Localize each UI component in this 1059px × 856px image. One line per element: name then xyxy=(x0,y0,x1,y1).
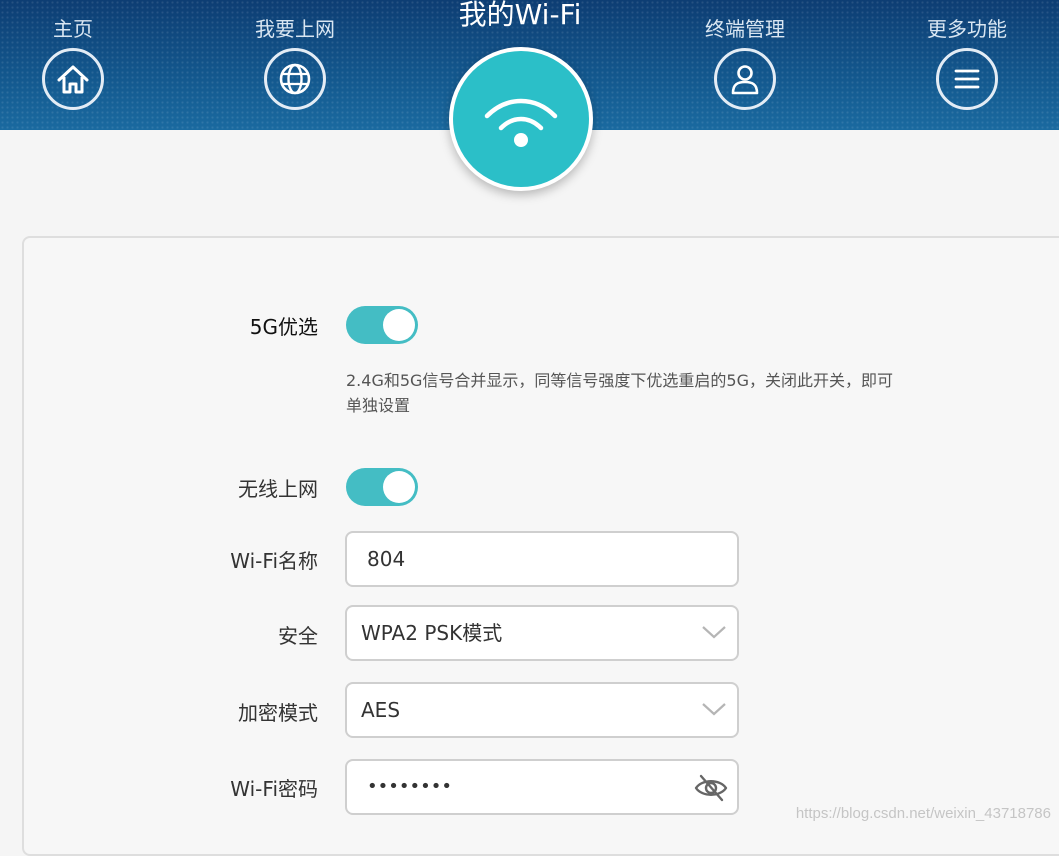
watermark: https://blog.csdn.net/weixin_43718786 xyxy=(795,805,1051,822)
nav-home[interactable]: 主页 xyxy=(0,0,153,110)
nav-more-label: 更多功能 xyxy=(927,17,1007,41)
nav-my-wifi-label: 我的Wi-Fi xyxy=(458,0,582,31)
encryption-select[interactable]: AES xyxy=(345,682,739,738)
nav-more[interactable]: 更多功能 xyxy=(887,0,1047,110)
eye-off-icon[interactable] xyxy=(693,771,729,805)
toggle-knob xyxy=(383,471,415,503)
nav-internet[interactable]: 我要上网 xyxy=(215,0,375,110)
chevron-down-icon xyxy=(702,626,726,639)
house-icon[interactable] xyxy=(42,48,104,110)
security-select[interactable]: WPA2 PSK模式 xyxy=(345,605,739,661)
toggle-knob xyxy=(383,309,415,341)
ssid-input[interactable]: 804 xyxy=(345,531,739,587)
five-g-pref-label: 5G优选 xyxy=(249,315,318,339)
user-icon[interactable] xyxy=(714,48,776,110)
password-input[interactable]: •••••••• xyxy=(345,759,739,815)
security-value: WPA2 PSK模式 xyxy=(361,621,503,645)
wifi-icon xyxy=(453,51,589,187)
five-g-pref-description: 2.4G和5G信号合并显示，同等信号强度下优选重启的5G，关闭此开关，即可单独设… xyxy=(346,371,894,415)
encryption-value: AES xyxy=(361,698,401,722)
wireless-toggle[interactable] xyxy=(346,468,418,506)
nav-home-label: 主页 xyxy=(53,17,93,41)
wireless-label: 无线上网 xyxy=(238,477,318,501)
security-label: 安全 xyxy=(278,624,318,648)
five-g-pref-toggle[interactable] xyxy=(346,306,418,344)
password-label: Wi-Fi密码 xyxy=(230,777,318,801)
ssid-value: 804 xyxy=(367,547,406,571)
chevron-down-icon xyxy=(702,703,726,716)
nav-devices[interactable]: 终端管理 xyxy=(665,0,825,110)
globe-icon[interactable] xyxy=(264,48,326,110)
nav-internet-label: 我要上网 xyxy=(255,17,335,41)
nav-devices-label: 终端管理 xyxy=(705,17,785,41)
password-value: •••••••• xyxy=(367,776,452,797)
encryption-label: 加密模式 xyxy=(238,701,318,725)
menu-icon[interactable] xyxy=(936,48,998,110)
ssid-label: Wi-Fi名称 xyxy=(230,549,318,573)
nav-my-wifi[interactable] xyxy=(449,47,593,191)
